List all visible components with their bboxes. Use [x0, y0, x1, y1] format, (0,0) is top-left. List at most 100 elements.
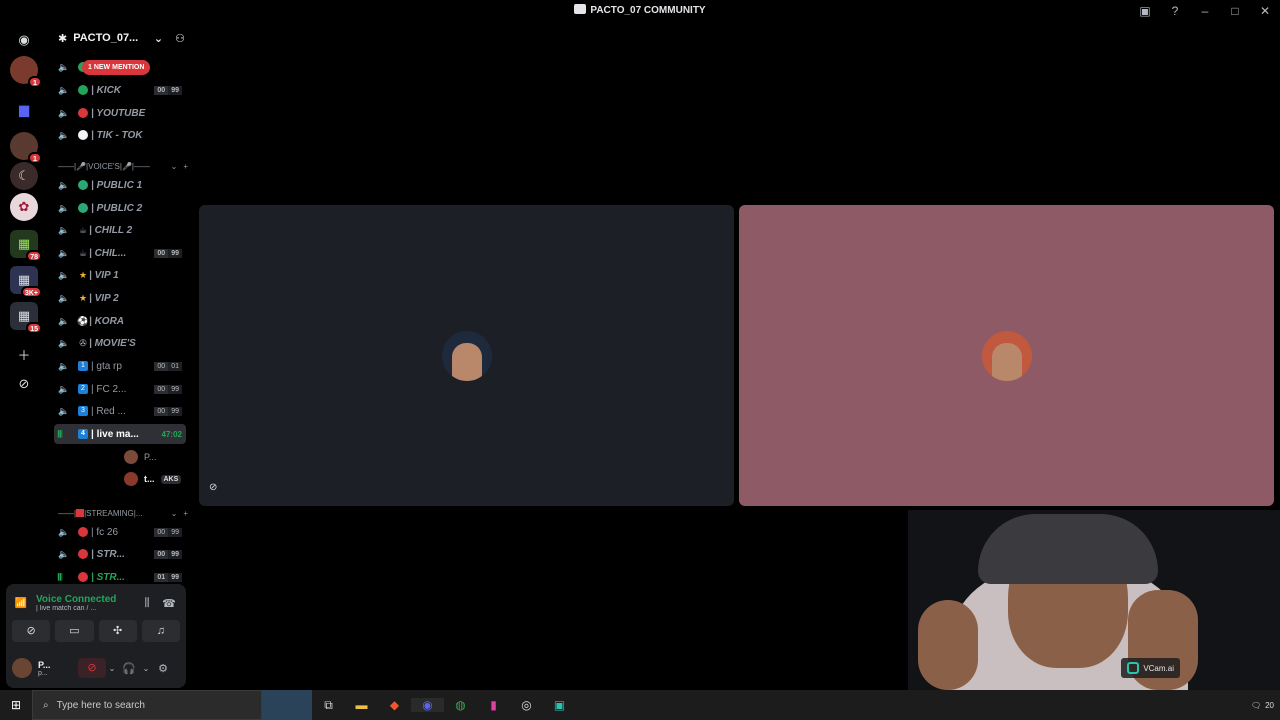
- chevron-down-icon[interactable]: ⌄: [171, 509, 178, 518]
- windows-start-icon[interactable]: ⊞: [0, 698, 32, 712]
- server-folder-2-icon[interactable]: ▦ 3K+: [10, 266, 42, 298]
- taskbar-search[interactable]: ⌕ Type here to search: [32, 690, 262, 720]
- channel-tiktok[interactable]: 🔈 | TIK - TOK: [54, 125, 186, 145]
- category-streaming[interactable]: ——| |STREAMING|... ⌄ +: [58, 506, 188, 520]
- gear-icon[interactable]: ⚙: [152, 662, 174, 675]
- channel-fc-26[interactable]: 🔈 | fc 26 00 99: [54, 522, 186, 542]
- speaker-icon: 🔈: [58, 526, 70, 537]
- speaker-icon: 🔈: [58, 383, 70, 394]
- channel-str-1[interactable]: 🔈 | STR... 00 99: [54, 544, 186, 564]
- help-icon[interactable]: ?: [1160, 4, 1190, 18]
- chevron-down-icon[interactable]: ⌄: [106, 664, 118, 673]
- voice-wave-icon: 𝄃𝄃: [58, 428, 63, 439]
- channel-movies[interactable]: 🔈 ✇ | MOVIE'S: [54, 333, 186, 353]
- vcam-watermark: VCam.ai: [1121, 658, 1180, 678]
- category-voices[interactable]: ——|🎤|VOICE'S|🎤|—— ⌄ +: [58, 159, 188, 173]
- vcam-app-icon[interactable]: ▣: [543, 698, 576, 712]
- task-view-icon[interactable]: ⧉: [312, 698, 345, 713]
- channel-public-1[interactable]: 🔈 | PUBLIC 1: [54, 175, 186, 195]
- server-header[interactable]: ✱ PACTO_07... ⌄ ⚇: [48, 22, 193, 54]
- obs-icon[interactable]: ◎: [510, 698, 543, 712]
- server-badge-icon: ✱: [58, 32, 68, 45]
- add-channel-icon[interactable]: +: [183, 509, 188, 518]
- avatar[interactable]: [12, 658, 32, 678]
- channel-chill-2[interactable]: 🔈 ☕ | CHILL 2: [54, 220, 186, 240]
- noise-suppression-icon[interactable]: ⫼: [136, 597, 158, 610]
- voice-channel-name[interactable]: | live match can / ...: [36, 605, 136, 612]
- star-icon: ★: [78, 269, 88, 280]
- speaker-icon: 🔈: [58, 179, 70, 190]
- speaker-icon: 🔈: [58, 548, 70, 559]
- minimize-button[interactable]: –: [1190, 4, 1220, 18]
- window-title: PACTO_07 COMMUNITY: [0, 4, 1280, 16]
- speaker-icon: 🔈: [58, 269, 70, 280]
- user-name[interactable]: P...: [38, 660, 78, 670]
- cup-icon: ☕: [78, 224, 88, 235]
- channel-gta-rp[interactable]: 🔈 1 | gta rp 00 01: [54, 356, 186, 376]
- channel-public-2[interactable]: 🔈 | PUBLIC 2: [54, 198, 186, 218]
- server-logo-icon: [574, 4, 587, 14]
- speaker-icon: 🔈: [58, 224, 70, 235]
- participant-tile-2[interactable]: [739, 205, 1274, 506]
- channel-kick[interactable]: 🔈 | KICK 00 99: [54, 80, 186, 100]
- voice-user-1[interactable]: P...🎙💬: [124, 448, 193, 466]
- avatar: [981, 330, 1032, 381]
- chrome-icon[interactable]: ◍: [444, 698, 477, 712]
- channel-youtube[interactable]: 🔈 | YOUTUBE: [54, 103, 186, 123]
- voice-status[interactable]: Voice Connected: [36, 594, 136, 605]
- speaker-icon: 🔈: [58, 61, 70, 72]
- taskbar: ⊞ ⌕ Type here to search ⧉ ▬ ◆ ◉ ◍ ▮ ◎ ▣ 🗨…: [0, 690, 1280, 720]
- green-dot-icon: [78, 85, 88, 95]
- server-folder-3-icon[interactable]: ▦ 15: [10, 302, 42, 334]
- channel-vip-2[interactable]: 🔈 ★ | VIP 2: [54, 288, 186, 308]
- signal-icon[interactable]: 📶: [12, 594, 30, 612]
- soundboard-button[interactable]: ♫: [141, 620, 180, 642]
- server-anime-icon[interactable]: ✿: [10, 193, 38, 221]
- film-reel-icon: ✇: [79, 337, 87, 348]
- red-dot-icon: [78, 108, 88, 118]
- channel-live-match[interactable]: 𝄃𝄃 4 | live ma... 47:02: [54, 424, 186, 444]
- search-highlight-image: [262, 690, 312, 720]
- channel-kora[interactable]: 🔈 ⚽ | KORA: [54, 311, 186, 331]
- speaker-icon: 🔈: [58, 202, 70, 213]
- headphones-icon[interactable]: 🎧: [118, 662, 140, 675]
- file-explorer-icon[interactable]: ▬: [345, 698, 378, 712]
- participant-tile-1[interactable]: ⊘: [199, 205, 734, 506]
- red-dot-icon: [78, 549, 88, 559]
- close-button[interactable]: ✕: [1250, 4, 1280, 18]
- chevron-down-icon[interactable]: ⌄: [140, 664, 152, 673]
- discord-app-icon[interactable]: ◉: [411, 698, 444, 712]
- notifications-icon[interactable]: 🗨: [1251, 701, 1261, 710]
- soccer-ball-icon: ⚽: [77, 315, 89, 326]
- discover-icon[interactable]: ⊘: [10, 370, 38, 398]
- chevron-down-icon[interactable]: ⌄: [171, 162, 178, 171]
- add-channel-icon[interactable]: +: [183, 162, 188, 171]
- channel-chill[interactable]: 🔈 ☕ | CHIL... 00 99: [54, 243, 186, 263]
- channel-vip-1[interactable]: 🔈 ★ | VIP 1: [54, 265, 186, 285]
- channel-fc-2[interactable]: 🔈 2 | FC 2... 00 99: [54, 379, 186, 399]
- mute-mic-button[interactable]: ⊘: [78, 658, 106, 678]
- activities-button[interactable]: ✣: [98, 620, 137, 642]
- server-pacto-icon[interactable]: 1: [10, 132, 42, 164]
- brave-browser-icon[interactable]: ◆: [378, 698, 411, 712]
- chevron-down-icon[interactable]: ⌄: [154, 32, 163, 45]
- invite-people-icon[interactable]: ⚇: [175, 32, 185, 45]
- channel-red[interactable]: 🔈 3 | Red ... 00 99: [54, 401, 186, 421]
- avatar: [124, 472, 138, 486]
- disconnect-icon[interactable]: ☎: [158, 597, 180, 610]
- server-moon-icon[interactable]: ☾: [10, 162, 38, 190]
- title-bar: PACTO_07 COMMUNITY ▣ ? – □ ✕: [0, 0, 1280, 22]
- folder-icon[interactable]: ▆: [10, 96, 38, 124]
- discord-home-icon[interactable]: ◉: [10, 26, 38, 54]
- app-pink-icon[interactable]: ▮: [477, 698, 510, 712]
- server-folder-1-icon[interactable]: ▦ 78: [10, 230, 42, 262]
- white-dot-icon: [78, 130, 88, 140]
- voice-user-2[interactable]: t... AKS: [124, 470, 182, 488]
- new-mention-pill[interactable]: 1 NEW MENTION: [82, 60, 151, 75]
- dm-avatar[interactable]: 1: [10, 56, 42, 88]
- screen-share-button[interactable]: ▭: [55, 620, 94, 642]
- add-server-icon[interactable]: ＋: [10, 340, 38, 368]
- inbox-icon[interactable]: ▣: [1130, 4, 1160, 18]
- maximize-button[interactable]: □: [1220, 4, 1250, 18]
- camera-off-button[interactable]: ⊘: [12, 620, 51, 642]
